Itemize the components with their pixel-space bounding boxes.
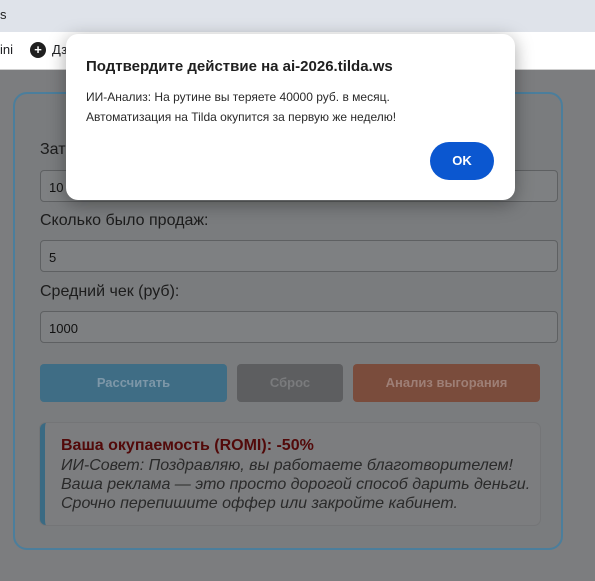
bookmark-item-fragment[interactable]: ini bbox=[0, 42, 13, 57]
burnout-analysis-button[interactable]: Анализ выгорания bbox=[353, 364, 540, 402]
result-panel: Ваша окупаемость (ROMI): -50% ИИ-Совет: … bbox=[40, 423, 540, 525]
dialog-message-line1: ИИ-Анализ: На рутине вы теряете 40000 ру… bbox=[86, 90, 390, 104]
field1-label: Зат bbox=[40, 141, 66, 158]
browser-tab-strip: s bbox=[0, 0, 595, 32]
romi-result-title: Ваша окупаемость (ROMI): -50% bbox=[61, 437, 314, 454]
average-check-label: Средний чек (руб): bbox=[40, 283, 180, 300]
sales-count-input[interactable]: 5 bbox=[40, 240, 558, 272]
ai-advice-text: ИИ-Совет: Поздравляю, вы работаете благо… bbox=[61, 457, 531, 512]
dialog-title: Подтвердите действие на ai-2026.tilda.ws bbox=[86, 58, 393, 75]
plus-icon: + bbox=[30, 42, 46, 58]
confirm-dialog: Подтвердите действие на ai-2026.tilda.ws… bbox=[66, 34, 515, 200]
bookmark-item-label[interactable]: Дз bbox=[52, 42, 67, 57]
reset-button[interactable]: Сброс bbox=[237, 364, 343, 402]
average-check-input[interactable]: 1000 bbox=[40, 311, 558, 343]
ok-button[interactable]: OK bbox=[430, 142, 494, 180]
calculate-button[interactable]: Рассчитать bbox=[40, 364, 227, 402]
tab-title-fragment[interactable]: s bbox=[0, 7, 7, 22]
sales-count-label: Сколько было продаж: bbox=[40, 212, 209, 229]
dialog-message-line2: Автоматизация на Tilda окупится за перву… bbox=[86, 110, 397, 124]
